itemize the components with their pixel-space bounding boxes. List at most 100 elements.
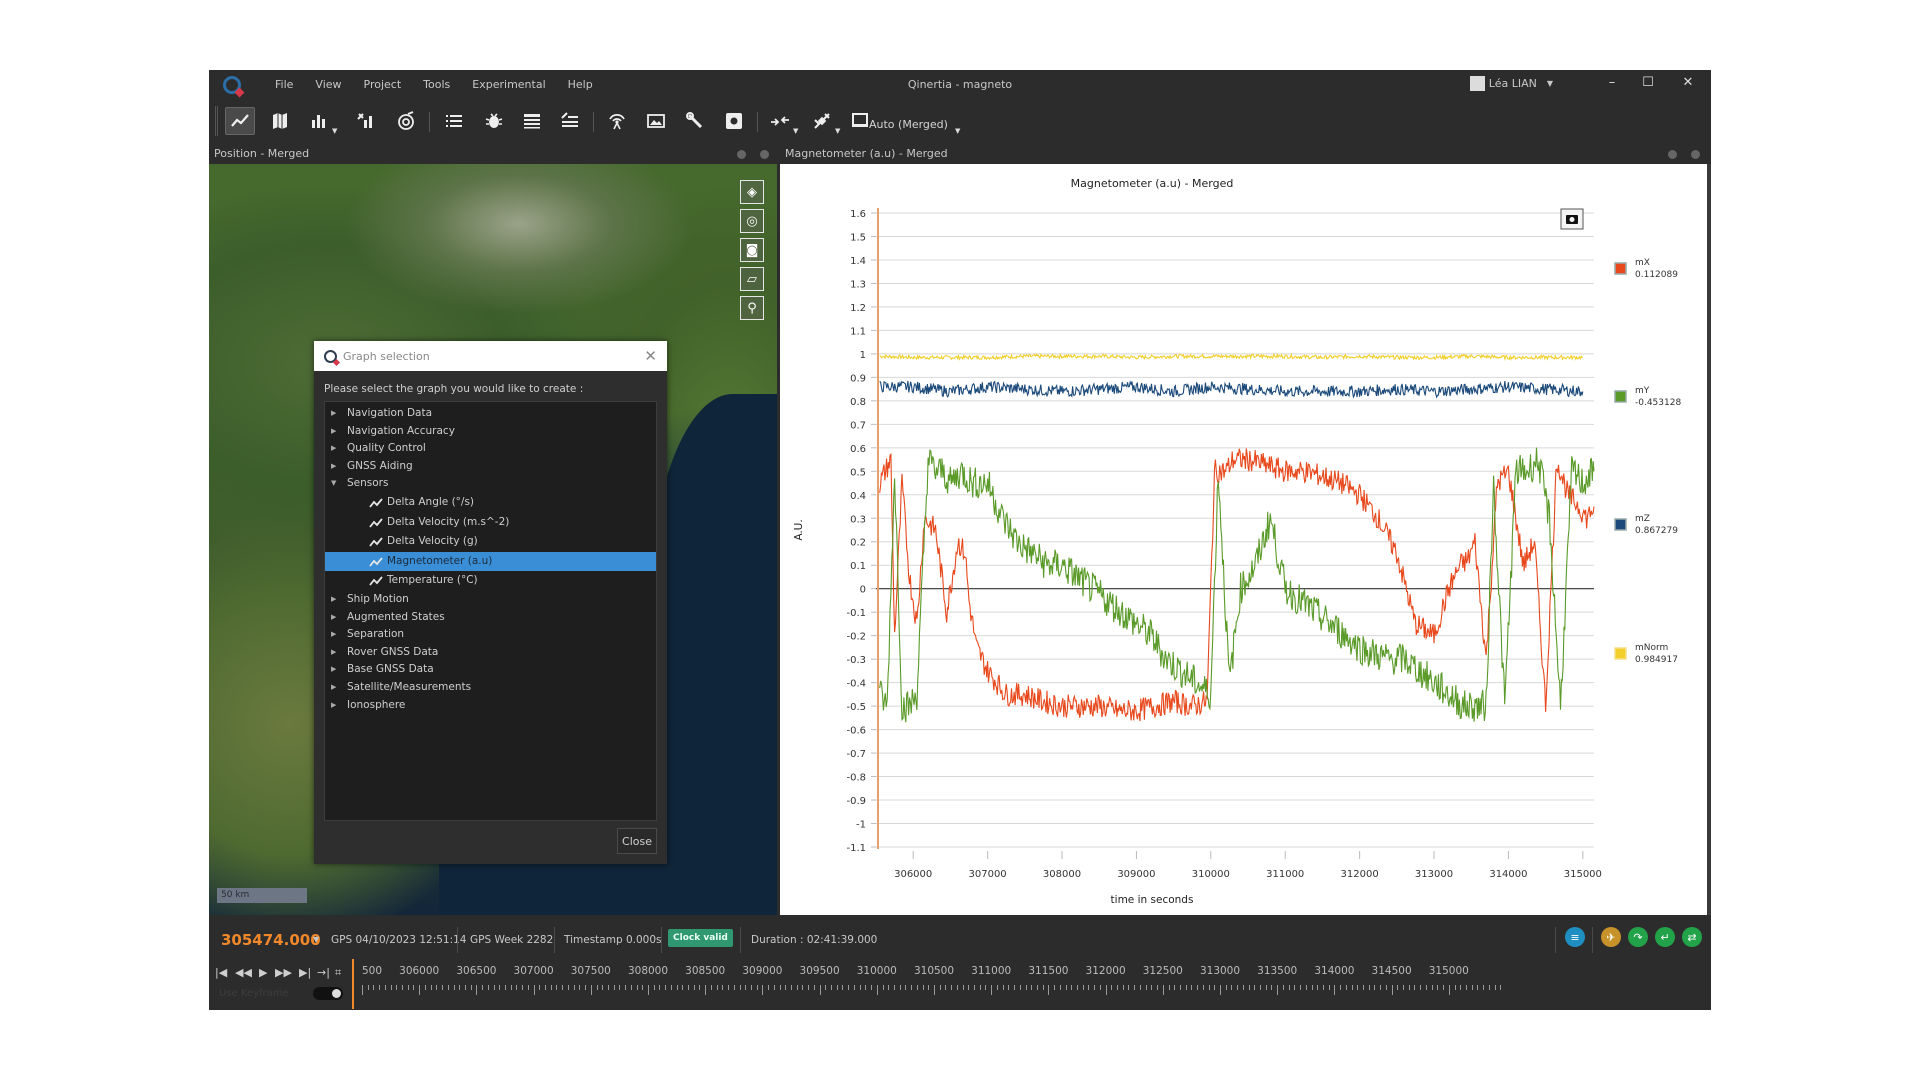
chevron-down-icon[interactable]: ▼ [955, 127, 960, 135]
bug-icon[interactable] [479, 107, 509, 135]
timeline-tick [665, 985, 667, 990]
play-icon[interactable]: ▶ [259, 966, 267, 979]
satellite-tool-icon[interactable] [807, 107, 837, 135]
tree-item[interactable]: ▶ Base GNSS Data [325, 661, 656, 679]
collapsed-arrow-icon[interactable]: ▶ [331, 609, 336, 627]
tree-item[interactable]: ▶ Ionosphere [325, 697, 656, 715]
close-button[interactable]: ✕ [1673, 75, 1703, 90]
maximize-button[interactable]: ☐ [1633, 75, 1663, 90]
timeline-label: 307000 [513, 965, 554, 977]
timeline-tick [939, 985, 941, 990]
list-icon[interactable] [439, 107, 469, 135]
collapsed-arrow-icon[interactable]: ▶ [331, 591, 336, 609]
collapsed-arrow-icon[interactable]: ▶ [331, 423, 336, 441]
timeline[interactable]: 500 306000 306500 307000 307500 308000 308500 3… [354, 959, 1704, 1009]
fast-forward-icon[interactable]: ▶▶ [275, 966, 292, 979]
tree-item[interactable]: ▶ Separation [325, 626, 656, 644]
collapsed-arrow-icon[interactable]: ▶ [331, 679, 336, 697]
tree-item[interactable]: ▶ Ship Motion [325, 591, 656, 609]
list-circle-icon[interactable]: ≡ [1565, 927, 1585, 947]
map-icon[interactable] [265, 107, 295, 135]
jump-to-icon[interactable]: →| [317, 966, 330, 979]
chevron-down-icon[interactable]: ▼ [332, 127, 337, 135]
tree-item[interactable]: ▼ Sensors [325, 475, 656, 493]
locate-icon[interactable]: ◎ [740, 209, 764, 233]
tree-item[interactable]: ▶ Navigation Accuracy [325, 423, 656, 441]
scrollbar[interactable] [1707, 164, 1711, 915]
timeline-tick [1225, 985, 1227, 990]
skip-start-icon[interactable]: |◀ [215, 966, 227, 979]
collapsed-arrow-icon[interactable]: ▶ [331, 644, 336, 662]
forward-circle-icon[interactable]: ↷ [1628, 927, 1648, 947]
status-bar: 305474.000 ▼ GPS 04/10/2023 12:51:14 GPS… [209, 915, 1711, 1010]
magnetometer-chart[interactable]: Magnetometer (a.u) - Merged 1.6 1.5 1.4 1.3 1… [780, 164, 1707, 915]
image-icon[interactable] [641, 107, 671, 135]
merge-arrows-icon[interactable] [765, 107, 795, 135]
graph-icon[interactable] [225, 107, 255, 135]
current-time[interactable]: 305474.000 [221, 931, 321, 949]
panel-close-icon[interactable] [760, 150, 769, 159]
tree-child-item[interactable]: Delta Velocity (m.s^-2) [325, 513, 656, 533]
collapsed-arrow-icon[interactable]: ▶ [331, 405, 336, 423]
app-window: File View Project Tools Experimental Hel… [209, 70, 1711, 1010]
crop-icon[interactable]: ⌗ [335, 966, 341, 980]
ruler-icon[interactable]: ▱ [740, 267, 764, 291]
wrench-icon[interactable] [680, 107, 710, 135]
timeline-tick [1134, 985, 1136, 990]
collapsed-arrow-icon[interactable]: ▶ [331, 440, 336, 458]
sync-circle-icon[interactable]: ⇄ [1682, 927, 1702, 947]
rewind-icon[interactable]: ◀◀ [235, 966, 252, 979]
bar-chart-icon[interactable] [305, 107, 335, 135]
antenna-icon[interactable] [602, 107, 632, 135]
tree-item[interactable]: ▶ Quality Control [325, 440, 656, 458]
sea-area [649, 394, 777, 754]
collapsed-arrow-icon[interactable]: ▶ [331, 458, 336, 476]
map-view[interactable]: ◈ ◎ ◙ ▱ ⚲ 50 km Graph selection ✕ Please… [209, 164, 777, 915]
camera-icon[interactable]: ◙ [740, 238, 764, 262]
panel-close-icon[interactable] [1691, 150, 1700, 159]
skip-end-icon[interactable]: ▶| [299, 966, 311, 979]
toolbar-grip[interactable] [215, 106, 218, 136]
chevron-down-icon[interactable]: ▼ [313, 935, 319, 944]
collapsed-arrow-icon[interactable]: ▶ [331, 697, 336, 715]
timeline-tick [413, 985, 415, 990]
user-menu[interactable]: Léa LIAN ▼ [1469, 76, 1553, 91]
satellite-radar-icon[interactable] [391, 107, 421, 135]
tree-child-item[interactable]: Delta Angle (°/s) [325, 493, 656, 513]
settings-box-icon[interactable] [719, 107, 749, 135]
timeline-tick [1351, 985, 1353, 990]
tree-child-item[interactable]: Delta Velocity (g) [325, 532, 656, 552]
layers-icon[interactable]: ◈ [740, 180, 764, 204]
pin-icon[interactable]: ⚲ [740, 296, 764, 320]
panel-settings-icon[interactable] [1668, 150, 1677, 159]
tree-child-item[interactable]: Temperature (°C) [325, 571, 656, 591]
satellite-bars-icon[interactable] [351, 107, 381, 135]
timeline-tick [1248, 985, 1250, 990]
satellite-circle-icon[interactable]: ✈ [1601, 927, 1621, 947]
x-tick-label: 306000 [894, 869, 932, 880]
close-dialog-button[interactable]: Close [617, 828, 657, 854]
chevron-down-icon[interactable]: ▼ [835, 127, 840, 135]
collapsed-arrow-icon[interactable]: ▶ [331, 626, 336, 644]
tree-item[interactable]: ▶ Satellite/Measurements [325, 679, 656, 697]
tree-item[interactable]: ▶ Augmented States [325, 609, 656, 627]
minimize-button[interactable]: – [1597, 75, 1627, 90]
table-icon[interactable] [517, 107, 547, 135]
collapsed-arrow-icon[interactable]: ▶ [331, 661, 336, 679]
keyframe-toggle[interactable] [313, 987, 343, 1000]
close-icon[interactable]: ✕ [644, 347, 657, 365]
timeline-cursor[interactable] [352, 959, 354, 1009]
tree-item[interactable]: ▶ Rover GNSS Data [325, 644, 656, 662]
tree-item[interactable]: ▶ Navigation Data [325, 405, 656, 423]
expanded-arrow-icon[interactable]: ▼ [331, 475, 336, 493]
mode-select[interactable]: Auto (Merged) [869, 118, 948, 131]
timeline-tick [779, 985, 781, 990]
return-circle-icon[interactable]: ↵ [1655, 927, 1675, 947]
chevron-down-icon[interactable]: ▼ [793, 127, 798, 135]
panel-settings-icon[interactable] [737, 150, 746, 159]
tree-item[interactable]: ▶ GNSS Aiding [325, 458, 656, 476]
tree-item-label: Separation [347, 628, 405, 641]
satellite-table-icon[interactable] [555, 107, 585, 135]
tree-child-item[interactable]: Magnetometer (a.u) [325, 551, 656, 572]
timeline-tick [642, 985, 644, 990]
